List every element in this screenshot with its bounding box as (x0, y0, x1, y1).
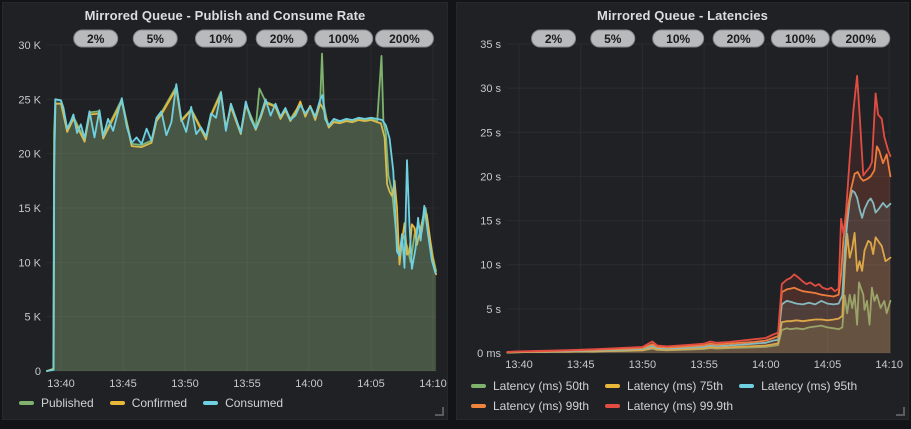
annotation-pill-label: 20% (727, 32, 751, 46)
y-tick-label: 20 s (480, 171, 501, 183)
y-tick-label: 20 K (18, 149, 41, 161)
annotation-pill[interactable]: 10% (195, 30, 246, 47)
legend-item-consumed[interactable]: Consumed (203, 393, 283, 413)
annotation-pill[interactable]: 20% (256, 30, 307, 47)
annotation-pill-label: 100% (328, 32, 359, 46)
legend-item-latency-ms-75th[interactable]: Latency (ms) 75th (605, 376, 723, 396)
annotation-pill-label: 5% (147, 32, 165, 46)
latency-chart-area: 0 ms 5 s 10 s 15 s 20 s 25 s 30 s 35 s 13:40 13:4… (457, 3, 908, 419)
y-tick-label: 10 K (18, 257, 41, 269)
x-tick-label: 14:05 (357, 378, 385, 390)
annotation-pill-label: 2% (87, 32, 105, 46)
legend-swatch-icon (739, 384, 754, 388)
legend-item-published[interactable]: Published (19, 393, 94, 413)
panel-latencies: Mirrored Queue - Latencies 0 ms 5 s 10 s 15… (456, 2, 909, 420)
legend-label: Latency (ms) 75th (627, 376, 723, 396)
panel-title[interactable]: Mirrored Queue - Publish and Consume Rat… (3, 3, 447, 23)
annotation-pill[interactable]: 10% (653, 30, 704, 47)
legend-swatch-icon (471, 384, 486, 388)
annotation-pill[interactable]: 100% (315, 30, 373, 47)
rate-chart-area: 0 5 K 10 K 15 K 20 K 25 K 30 K 13:40 13:45 13:50 1… (3, 3, 447, 419)
annotation-pill[interactable]: 20% (713, 30, 764, 47)
x-tick-label: 13:40 (47, 378, 75, 390)
annotation-pill[interactable]: 100% (771, 30, 829, 47)
legend-swatch-icon (605, 404, 620, 408)
y-tick-label: 5 K (24, 312, 41, 324)
x-tick-label: 13:40 (505, 359, 533, 371)
legend-item-latency-ms-95th[interactable]: Latency (ms) 95th (739, 376, 857, 396)
legend-label: Consumed (225, 393, 283, 413)
y-tick-label: 15 K (18, 203, 41, 215)
legend-label: Latency (ms) 95th (761, 376, 857, 396)
annotation-pill-label: 200% (389, 32, 420, 46)
legend-swatch-icon (110, 401, 125, 405)
legend-item-latency-ms-99-9th[interactable]: Latency (ms) 99.9th (605, 396, 733, 416)
latency-legend: Latency (ms) 50thLatency (ms) 75thLatenc… (471, 376, 911, 416)
legend-label: Published (41, 393, 94, 413)
x-tick-label: 13:50 (629, 359, 657, 371)
y-tick-label: 35 s (480, 39, 501, 51)
annotation-pill-label: 2% (545, 32, 563, 46)
x-tick-label: 13:45 (109, 378, 137, 390)
annotation-pill[interactable]: 2% (532, 30, 576, 47)
legend-label: Latency (ms) 99th (493, 396, 589, 416)
legend-swatch-icon (19, 401, 34, 405)
annotation-pill-label: 5% (604, 32, 622, 46)
x-tick-label: 14:10 (419, 378, 447, 390)
panel-publish-consume-rate: Mirrored Queue - Publish and Consume Rat… (2, 2, 448, 420)
x-tick-label: 14:10 (875, 359, 903, 371)
rate-legend: Published Confirmed Consumed (19, 393, 439, 413)
panel-title[interactable]: Mirrored Queue - Latencies (457, 3, 908, 23)
x-tick-label: 14:05 (814, 359, 842, 371)
y-tick-label: 0 (35, 366, 41, 378)
annotation-pill[interactable]: 200% (375, 30, 433, 47)
legend-swatch-icon (203, 401, 218, 405)
legend-label: Latency (ms) 99.9th (627, 396, 733, 416)
chart-svg: 0 5 K 10 K 15 K 20 K 25 K 30 K 13:40 13:45 13:50 1… (3, 3, 447, 419)
y-tick-label: 5 s (486, 304, 501, 316)
annotation-pill[interactable]: 200% (832, 30, 890, 47)
y-tick-label: 25 s (480, 127, 501, 139)
annotation-pill-label: 10% (666, 32, 690, 46)
y-tick-label: 30 s (480, 83, 501, 95)
y-tick-label: 0 ms (477, 348, 501, 360)
legend-swatch-icon (605, 384, 620, 388)
y-tick-label: 30 K (18, 40, 41, 52)
y-tick-label: 10 s (480, 260, 501, 272)
legend-item-confirmed[interactable]: Confirmed (110, 393, 187, 413)
x-tick-label: 13:55 (690, 359, 718, 371)
annotation-pill-label: 20% (270, 32, 294, 46)
legend-item-latency-ms-99th[interactable]: Latency (ms) 99th (471, 396, 589, 416)
legend-item-latency-ms-50th[interactable]: Latency (ms) 50th (471, 376, 589, 396)
x-tick-label: 13:55 (233, 378, 261, 390)
annotation-pill-label: 100% (785, 32, 816, 46)
x-tick-label: 13:50 (171, 378, 199, 390)
series-latency-ms-99-9th-area (507, 76, 890, 353)
annotation-pill-label: 200% (845, 32, 876, 46)
x-tick-label: 14:00 (295, 378, 323, 390)
x-tick-label: 13:45 (567, 359, 595, 371)
annotation-pill[interactable]: 5% (591, 30, 635, 47)
annotation-pill-label: 10% (209, 32, 233, 46)
x-tick-label: 14:00 (752, 359, 780, 371)
annotation-pill[interactable]: 5% (133, 30, 177, 47)
legend-label: Confirmed (132, 393, 187, 413)
y-tick-label: 15 s (480, 216, 501, 228)
legend-label: Latency (ms) 50th (493, 376, 589, 396)
y-tick-label: 25 K (18, 94, 41, 106)
annotation-pill[interactable]: 2% (74, 30, 118, 47)
chart-svg: 0 ms 5 s 10 s 15 s 20 s 25 s 30 s 35 s 13:40 13:4… (457, 3, 908, 419)
legend-swatch-icon (471, 404, 486, 408)
